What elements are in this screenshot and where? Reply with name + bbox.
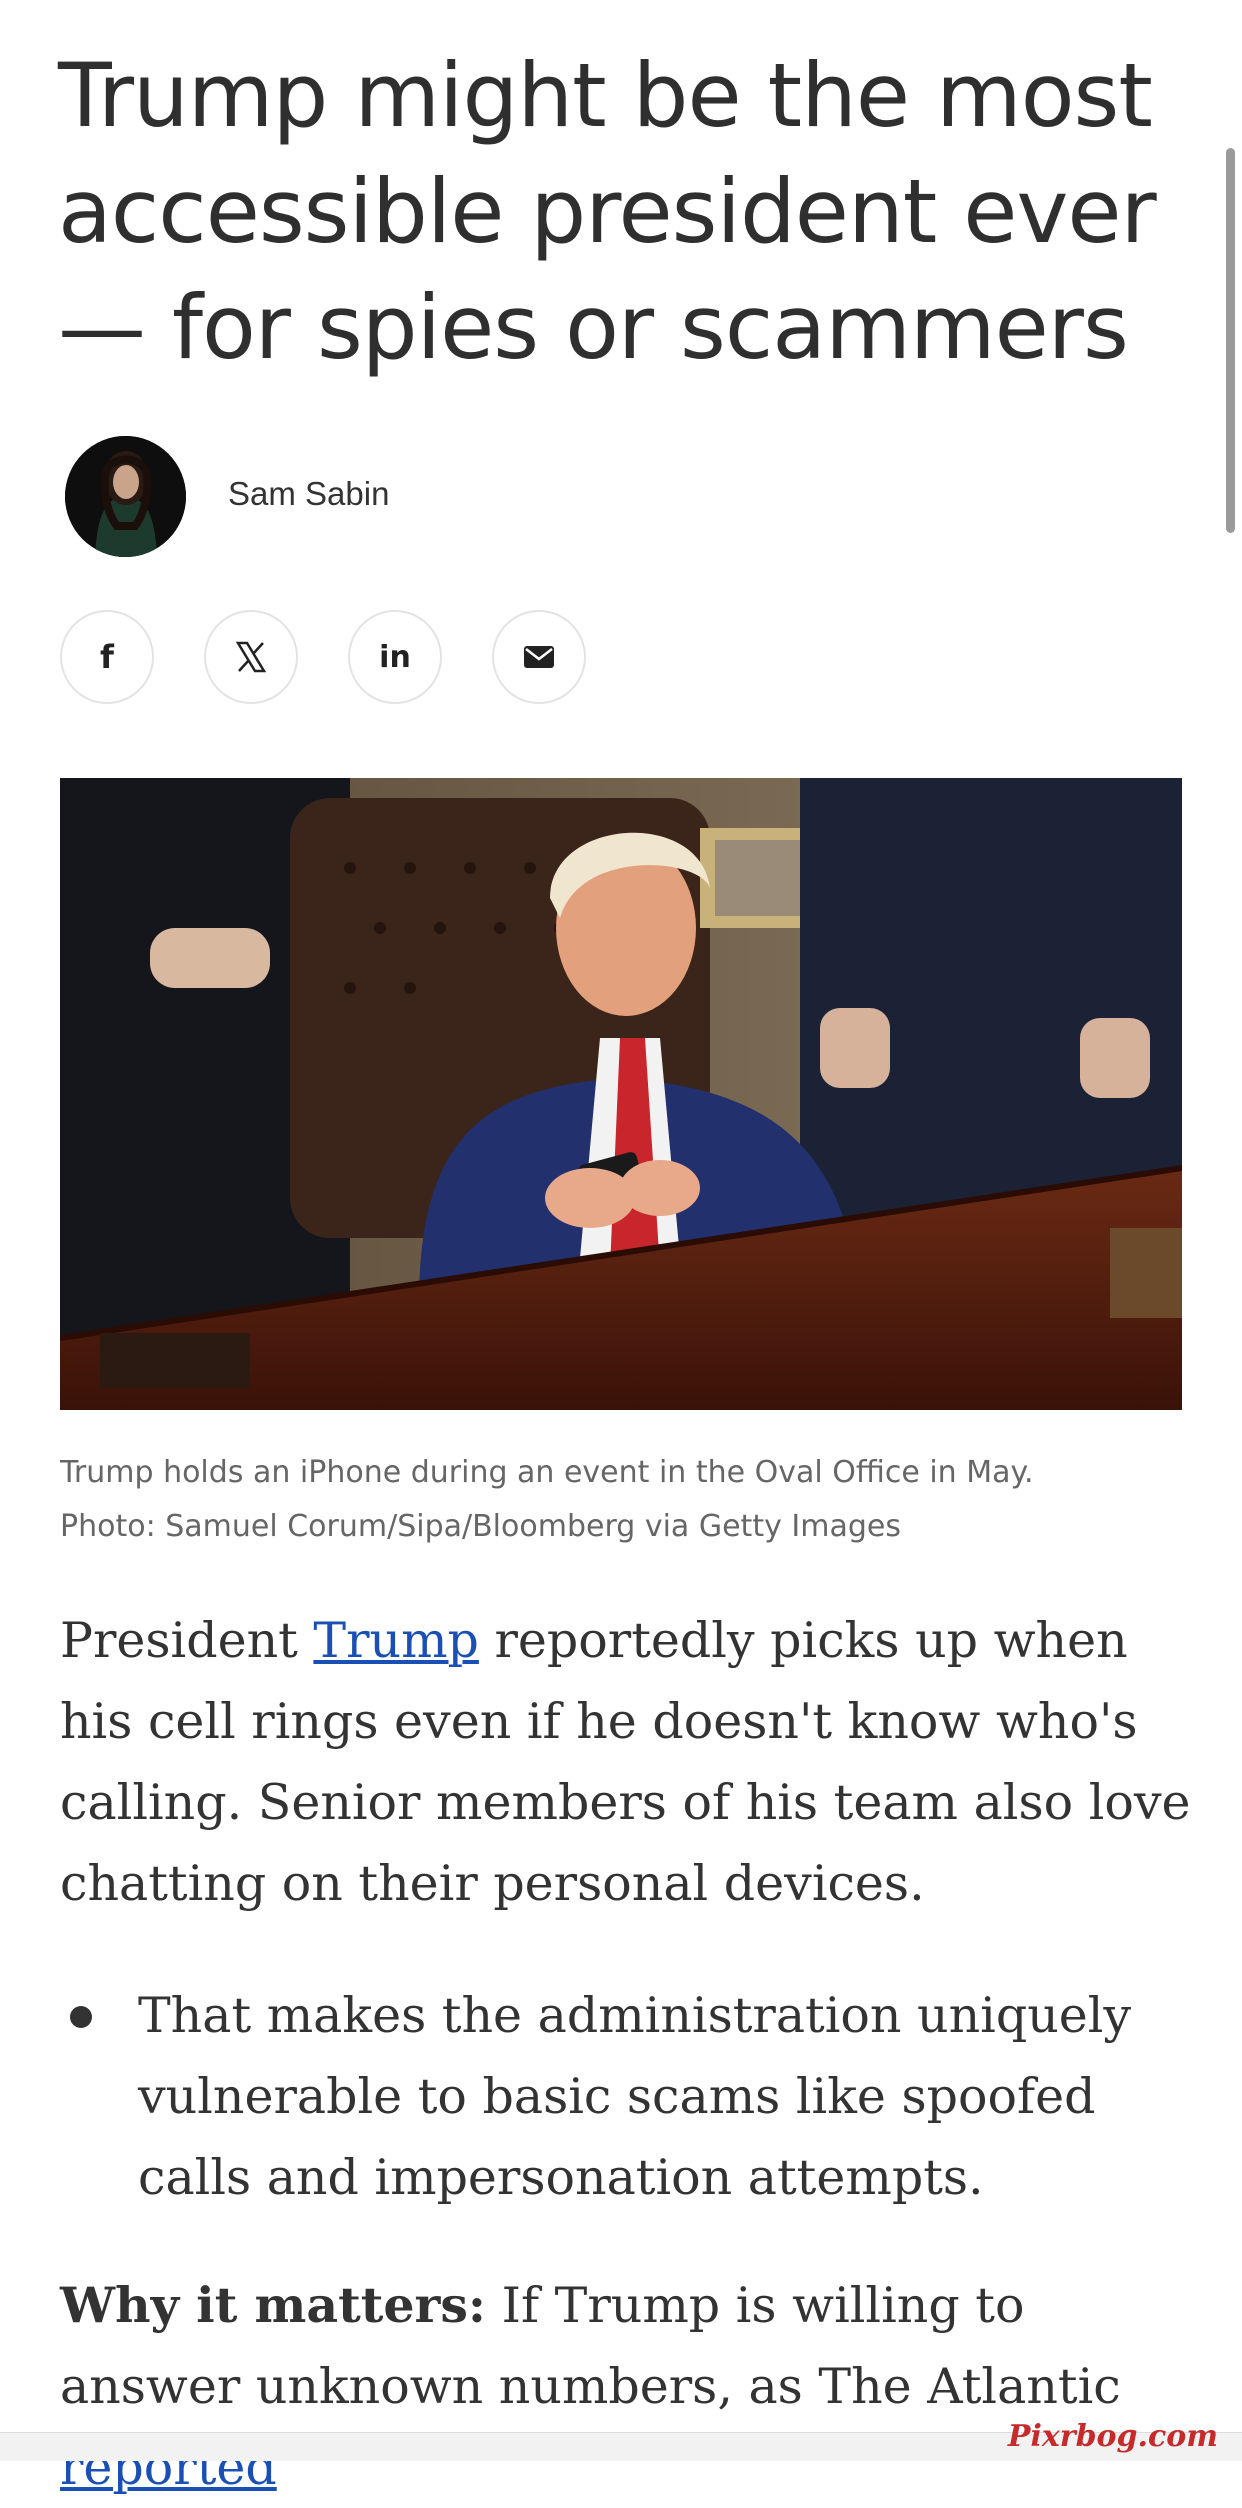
article-headline: Trump might be the most accessible presi… [58, 44, 1157, 379]
trump-link[interactable]: Trump [313, 1612, 479, 1669]
watermark: Pixrbog.com [1007, 2419, 1218, 2454]
why-it-matters-label: Why it matters: [60, 2276, 487, 2334]
why-it-matters-paragraph: Why it matters: If Trump is willing to a… [60, 2265, 1220, 2508]
author-name[interactable]: Sam Sabin [228, 475, 389, 513]
share-x-button[interactable] [204, 610, 298, 704]
scrollbar[interactable] [1226, 148, 1235, 533]
hero-photo [60, 778, 1182, 1410]
bullet-marker [70, 2006, 92, 2028]
author-avatar[interactable] [65, 436, 186, 557]
x-icon [235, 641, 267, 673]
paragraph-intro: President [60, 1612, 314, 1669]
body-paragraph: President Trump reportedly picks up when… [60, 1600, 1200, 1924]
share-linkedin-button[interactable]: in [348, 610, 442, 704]
facebook-icon: f [100, 638, 114, 676]
share-facebook-button[interactable]: f [60, 610, 154, 704]
caption-credit: Photo: Samuel Corum/Sipa/Bloomberg via G… [60, 1509, 901, 1544]
email-icon [524, 646, 554, 668]
linkedin-icon: in [379, 639, 411, 675]
photo-caption: Trump holds an iPhone during an event in… [60, 1446, 1190, 1554]
bullet-item: That makes the administration uniquely v… [138, 1987, 1132, 2206]
avatar-photo [65, 436, 186, 557]
caption-description: Trump holds an iPhone during an event in… [60, 1455, 1034, 1490]
share-email-button[interactable] [492, 610, 586, 704]
hero-image[interactable] [60, 778, 1182, 1410]
